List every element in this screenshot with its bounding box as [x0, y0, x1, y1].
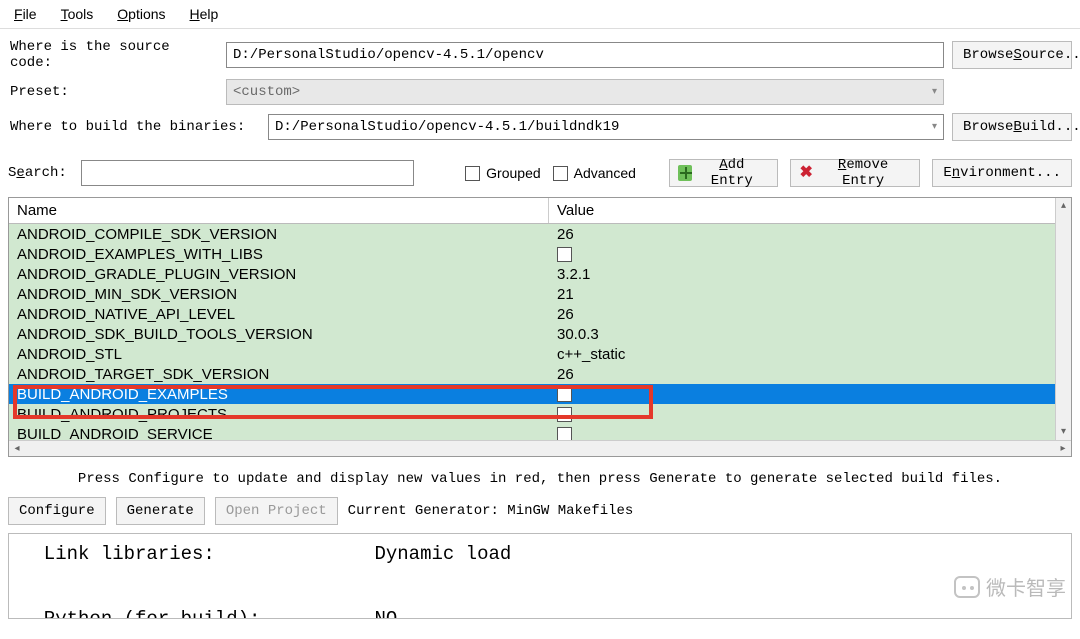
cell-value[interactable]	[549, 407, 1071, 422]
search-label: Search:	[8, 165, 67, 181]
generator-label: Current Generator: MinGW Makefiles	[348, 503, 634, 519]
build-label: Where to build the binaries:	[8, 119, 260, 135]
checkbox-icon	[553, 166, 568, 181]
advanced-checkbox[interactable]: Advanced	[553, 165, 636, 181]
preset-combo[interactable]: <custom>▾	[226, 79, 944, 105]
cell-value[interactable]: 3.2.1	[549, 266, 1071, 283]
chevron-down-icon: ▾	[932, 121, 937, 133]
menu-help[interactable]: Help	[190, 6, 219, 22]
open-project-button: Open Project	[215, 497, 338, 525]
preset-label: Preset:	[8, 84, 218, 100]
table-header: Name Value	[9, 198, 1071, 224]
remove-entry-button[interactable]: ✖ Remove Entry	[790, 159, 920, 187]
x-icon: ✖	[799, 165, 812, 181]
grouped-checkbox[interactable]: Grouped	[465, 165, 540, 181]
menu-options[interactable]: Options	[117, 6, 165, 22]
chevron-down-icon: ▾	[932, 86, 937, 98]
search-input[interactable]	[81, 160, 414, 186]
cell-name: BUILD_ANDROID_EXAMPLES	[9, 386, 549, 403]
environment-button[interactable]: Environment...	[932, 159, 1072, 187]
browse-source-button[interactable]: Browse Source...	[952, 41, 1072, 69]
cache-table: Name Value ANDROID_COMPILE_SDK_VERSION26…	[8, 197, 1072, 457]
browse-build-button[interactable]: Browse Build...	[952, 113, 1072, 141]
table-row[interactable]: ANDROID_EXAMPLES_WITH_LIBS	[9, 244, 1071, 264]
cell-name: BUILD_ANDROID_PROJECTS	[9, 406, 549, 423]
cell-value[interactable]	[549, 387, 1071, 402]
table-row[interactable]: ANDROID_MIN_SDK_VERSION21	[9, 284, 1071, 304]
source-label: Where is the source code:	[8, 39, 218, 71]
cell-name: ANDROID_MIN_SDK_VERSION	[9, 286, 549, 303]
checkbox-icon[interactable]	[557, 247, 572, 262]
cell-name: ANDROID_SDK_BUILD_TOOLS_VERSION	[9, 326, 549, 343]
menu-tools[interactable]: Tools	[61, 6, 94, 22]
menu-bar: File Tools Options Help	[0, 0, 1080, 29]
build-combo[interactable]: D:/PersonalStudio/opencv-4.5.1/buildndk1…	[268, 114, 944, 140]
table-row[interactable]: BUILD_ANDROID_EXAMPLES	[9, 384, 1071, 404]
cell-value[interactable]	[549, 247, 1071, 262]
checkbox-icon[interactable]	[557, 387, 572, 402]
cell-name: ANDROID_GRADLE_PLUGIN_VERSION	[9, 266, 549, 283]
generate-button[interactable]: Generate	[116, 497, 205, 525]
configure-button[interactable]: Configure	[8, 497, 106, 525]
cell-name: ANDROID_STL	[9, 346, 549, 363]
cell-name: ANDROID_COMPILE_SDK_VERSION	[9, 226, 549, 243]
cell-value[interactable]: 26	[549, 226, 1071, 243]
table-row[interactable]: ANDROID_GRADLE_PLUGIN_VERSION3.2.1	[9, 264, 1071, 284]
cell-value[interactable]: 21	[549, 286, 1071, 303]
cell-value[interactable]: 26	[549, 366, 1071, 383]
checkbox-icon[interactable]	[557, 407, 572, 422]
hint-text: Press Configure to update and display ne…	[0, 457, 1080, 497]
cell-value[interactable]: 26	[549, 306, 1071, 323]
cell-name: ANDROID_NATIVE_API_LEVEL	[9, 306, 549, 323]
cell-value[interactable]: c++_static	[549, 346, 1071, 363]
vertical-scrollbar[interactable]: ▴▾	[1055, 198, 1071, 440]
source-input[interactable]	[226, 42, 944, 68]
output-log[interactable]: Link libraries: Dynamic load Python (for…	[8, 533, 1072, 619]
plus-icon	[678, 165, 692, 181]
table-row[interactable]: ANDROID_TARGET_SDK_VERSION26	[9, 364, 1071, 384]
chat-icon	[954, 576, 980, 598]
horizontal-scrollbar[interactable]: ◂▸	[9, 440, 1071, 456]
table-row[interactable]: ANDROID_SDK_BUILD_TOOLS_VERSION30.0.3	[9, 324, 1071, 344]
table-row[interactable]: ANDROID_COMPILE_SDK_VERSION26	[9, 224, 1071, 244]
checkbox-icon	[465, 166, 480, 181]
cell-name: ANDROID_EXAMPLES_WITH_LIBS	[9, 246, 549, 263]
column-name[interactable]: Name	[9, 198, 549, 223]
column-value[interactable]: Value	[549, 198, 1071, 223]
menu-file[interactable]: File	[14, 6, 37, 22]
cell-value[interactable]: 30.0.3	[549, 326, 1071, 343]
add-entry-button[interactable]: Add Entry	[669, 159, 779, 187]
table-row[interactable]: ANDROID_NATIVE_API_LEVEL26	[9, 304, 1071, 324]
table-row[interactable]: BUILD_ANDROID_PROJECTS	[9, 404, 1071, 424]
cell-name: ANDROID_TARGET_SDK_VERSION	[9, 366, 549, 383]
watermark: 微卡智享	[954, 572, 1066, 601]
table-row[interactable]: ANDROID_STLc++_static	[9, 344, 1071, 364]
